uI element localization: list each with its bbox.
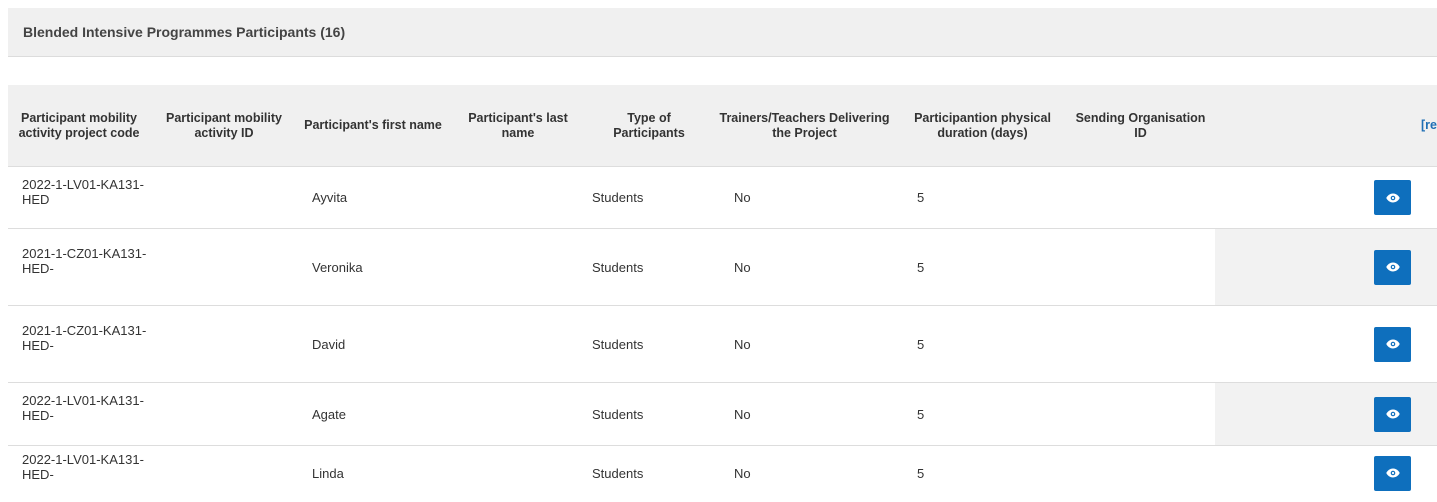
cell-activity-id [150, 228, 298, 306]
column-header-type[interactable]: Type of Participants [588, 85, 710, 167]
table-header-row: Participant mobility activity project co… [8, 85, 1437, 167]
cell-trainers: No [710, 445, 899, 500]
cell-first-name: Ayvita [298, 166, 448, 229]
cell-sending-org [1066, 166, 1215, 229]
cell-first-name: Linda [298, 445, 448, 500]
cell-sending-org [1066, 445, 1215, 500]
cell-activity-id [150, 166, 298, 229]
cell-trainers: No [710, 166, 899, 229]
project-code-text: 2021-1-CZ01-KA131-HED- [22, 323, 147, 353]
cell-last-name [448, 166, 588, 229]
table-row: 2022-1-LV01-KA131-HED Ayvita Students No… [8, 166, 1437, 229]
cell-sending-org [1066, 382, 1215, 446]
cell-type: Students [588, 305, 710, 383]
table-row: 2022-1-LV01-KA131-HED- Linda Students No… [8, 445, 1437, 500]
cell-duration: 5 [899, 166, 1066, 229]
participants-panel: Blended Intensive Programmes Participant… [8, 8, 1437, 502]
cell-action [1245, 305, 1437, 383]
view-button[interactable] [1374, 326, 1411, 362]
view-button[interactable] [1374, 180, 1411, 215]
cell-sending-org [1066, 305, 1215, 383]
cell-gap [1215, 305, 1245, 383]
cell-action [1245, 445, 1437, 500]
cell-first-name: Veronika [298, 228, 448, 306]
cell-last-name [448, 445, 588, 500]
cell-last-name [448, 305, 588, 383]
cell-duration: 5 [899, 228, 1066, 306]
eye-icon [1385, 193, 1400, 202]
panel-spacer [8, 57, 1437, 85]
table-row: 2021-1-CZ01-KA131-HED- David Students No… [8, 305, 1437, 383]
column-header-project-code[interactable]: Participant mobility activity project co… [8, 85, 150, 167]
view-button[interactable] [1374, 455, 1411, 491]
cell-action [1245, 228, 1437, 306]
eye-icon [1385, 262, 1400, 272]
cell-duration: 5 [899, 445, 1066, 500]
cell-activity-id [150, 445, 298, 500]
cell-type: Students [588, 382, 710, 446]
project-code-text: 2021-1-CZ01-KA131-HED- [22, 246, 147, 276]
project-code-text: 2022-1-LV01-KA131-HED- [22, 393, 144, 423]
cell-activity-id [150, 382, 298, 446]
cell-trainers: No [710, 228, 899, 306]
panel-title: Blended Intensive Programmes Participant… [8, 8, 1437, 57]
cell-type: Students [588, 228, 710, 306]
cell-first-name: David [298, 305, 448, 383]
cell-trainers: No [710, 305, 899, 383]
eye-icon [1385, 409, 1400, 419]
cell-project-code: 2021-1-CZ01-KA131-HED- [8, 305, 150, 383]
cell-gap [1215, 382, 1245, 446]
cell-last-name [448, 382, 588, 446]
column-header-last-name[interactable]: Participant's last name [448, 85, 588, 167]
view-button[interactable] [1374, 396, 1411, 432]
project-code-text: 2022-1-LV01-KA131-HED- [22, 452, 144, 482]
column-header-sending-org[interactable]: Sending Organisation ID [1066, 85, 1215, 167]
cell-duration: 5 [899, 382, 1066, 446]
table-row: 2021-1-CZ01-KA131-HED- Veronika Students… [8, 228, 1437, 306]
cell-project-code: 2022-1-LV01-KA131-HED- [8, 382, 150, 446]
cell-gap [1215, 166, 1245, 229]
cell-project-code: 2022-1-LV01-KA131-HED [8, 166, 150, 229]
column-header-first-name[interactable]: Participant's first name [298, 85, 448, 167]
eye-icon [1385, 339, 1400, 349]
cell-action [1245, 166, 1437, 229]
cell-duration: 5 [899, 305, 1066, 383]
cell-gap [1215, 445, 1245, 500]
cell-project-code: 2022-1-LV01-KA131-HED- [8, 445, 150, 500]
participants-table: Participant mobility activity project co… [8, 85, 1437, 500]
cell-last-name [448, 228, 588, 306]
cell-project-code: 2021-1-CZ01-KA131-HED- [8, 228, 150, 306]
cell-first-name: Agate [298, 382, 448, 446]
column-header-activity-id[interactable]: Participant mobility activity ID [150, 85, 298, 167]
column-header-truncated-link[interactable]: [re [1245, 85, 1437, 167]
column-header-duration[interactable]: Participantion physical duration (days) [899, 85, 1066, 167]
cell-gap [1215, 228, 1245, 306]
cell-action [1245, 382, 1437, 446]
table-row: 2022-1-LV01-KA131-HED- Agate Students No… [8, 382, 1437, 446]
view-button[interactable] [1374, 249, 1411, 285]
cell-type: Students [588, 445, 710, 500]
cell-activity-id [150, 305, 298, 383]
cell-type: Students [588, 166, 710, 229]
eye-icon [1385, 468, 1400, 478]
column-header-gap [1215, 85, 1245, 167]
project-code-text: 2022-1-LV01-KA131-HED [22, 176, 144, 207]
column-header-trainers[interactable]: Trainers/Teachers Delivering the Project [710, 85, 899, 167]
cell-trainers: No [710, 382, 899, 446]
cell-sending-org [1066, 228, 1215, 306]
